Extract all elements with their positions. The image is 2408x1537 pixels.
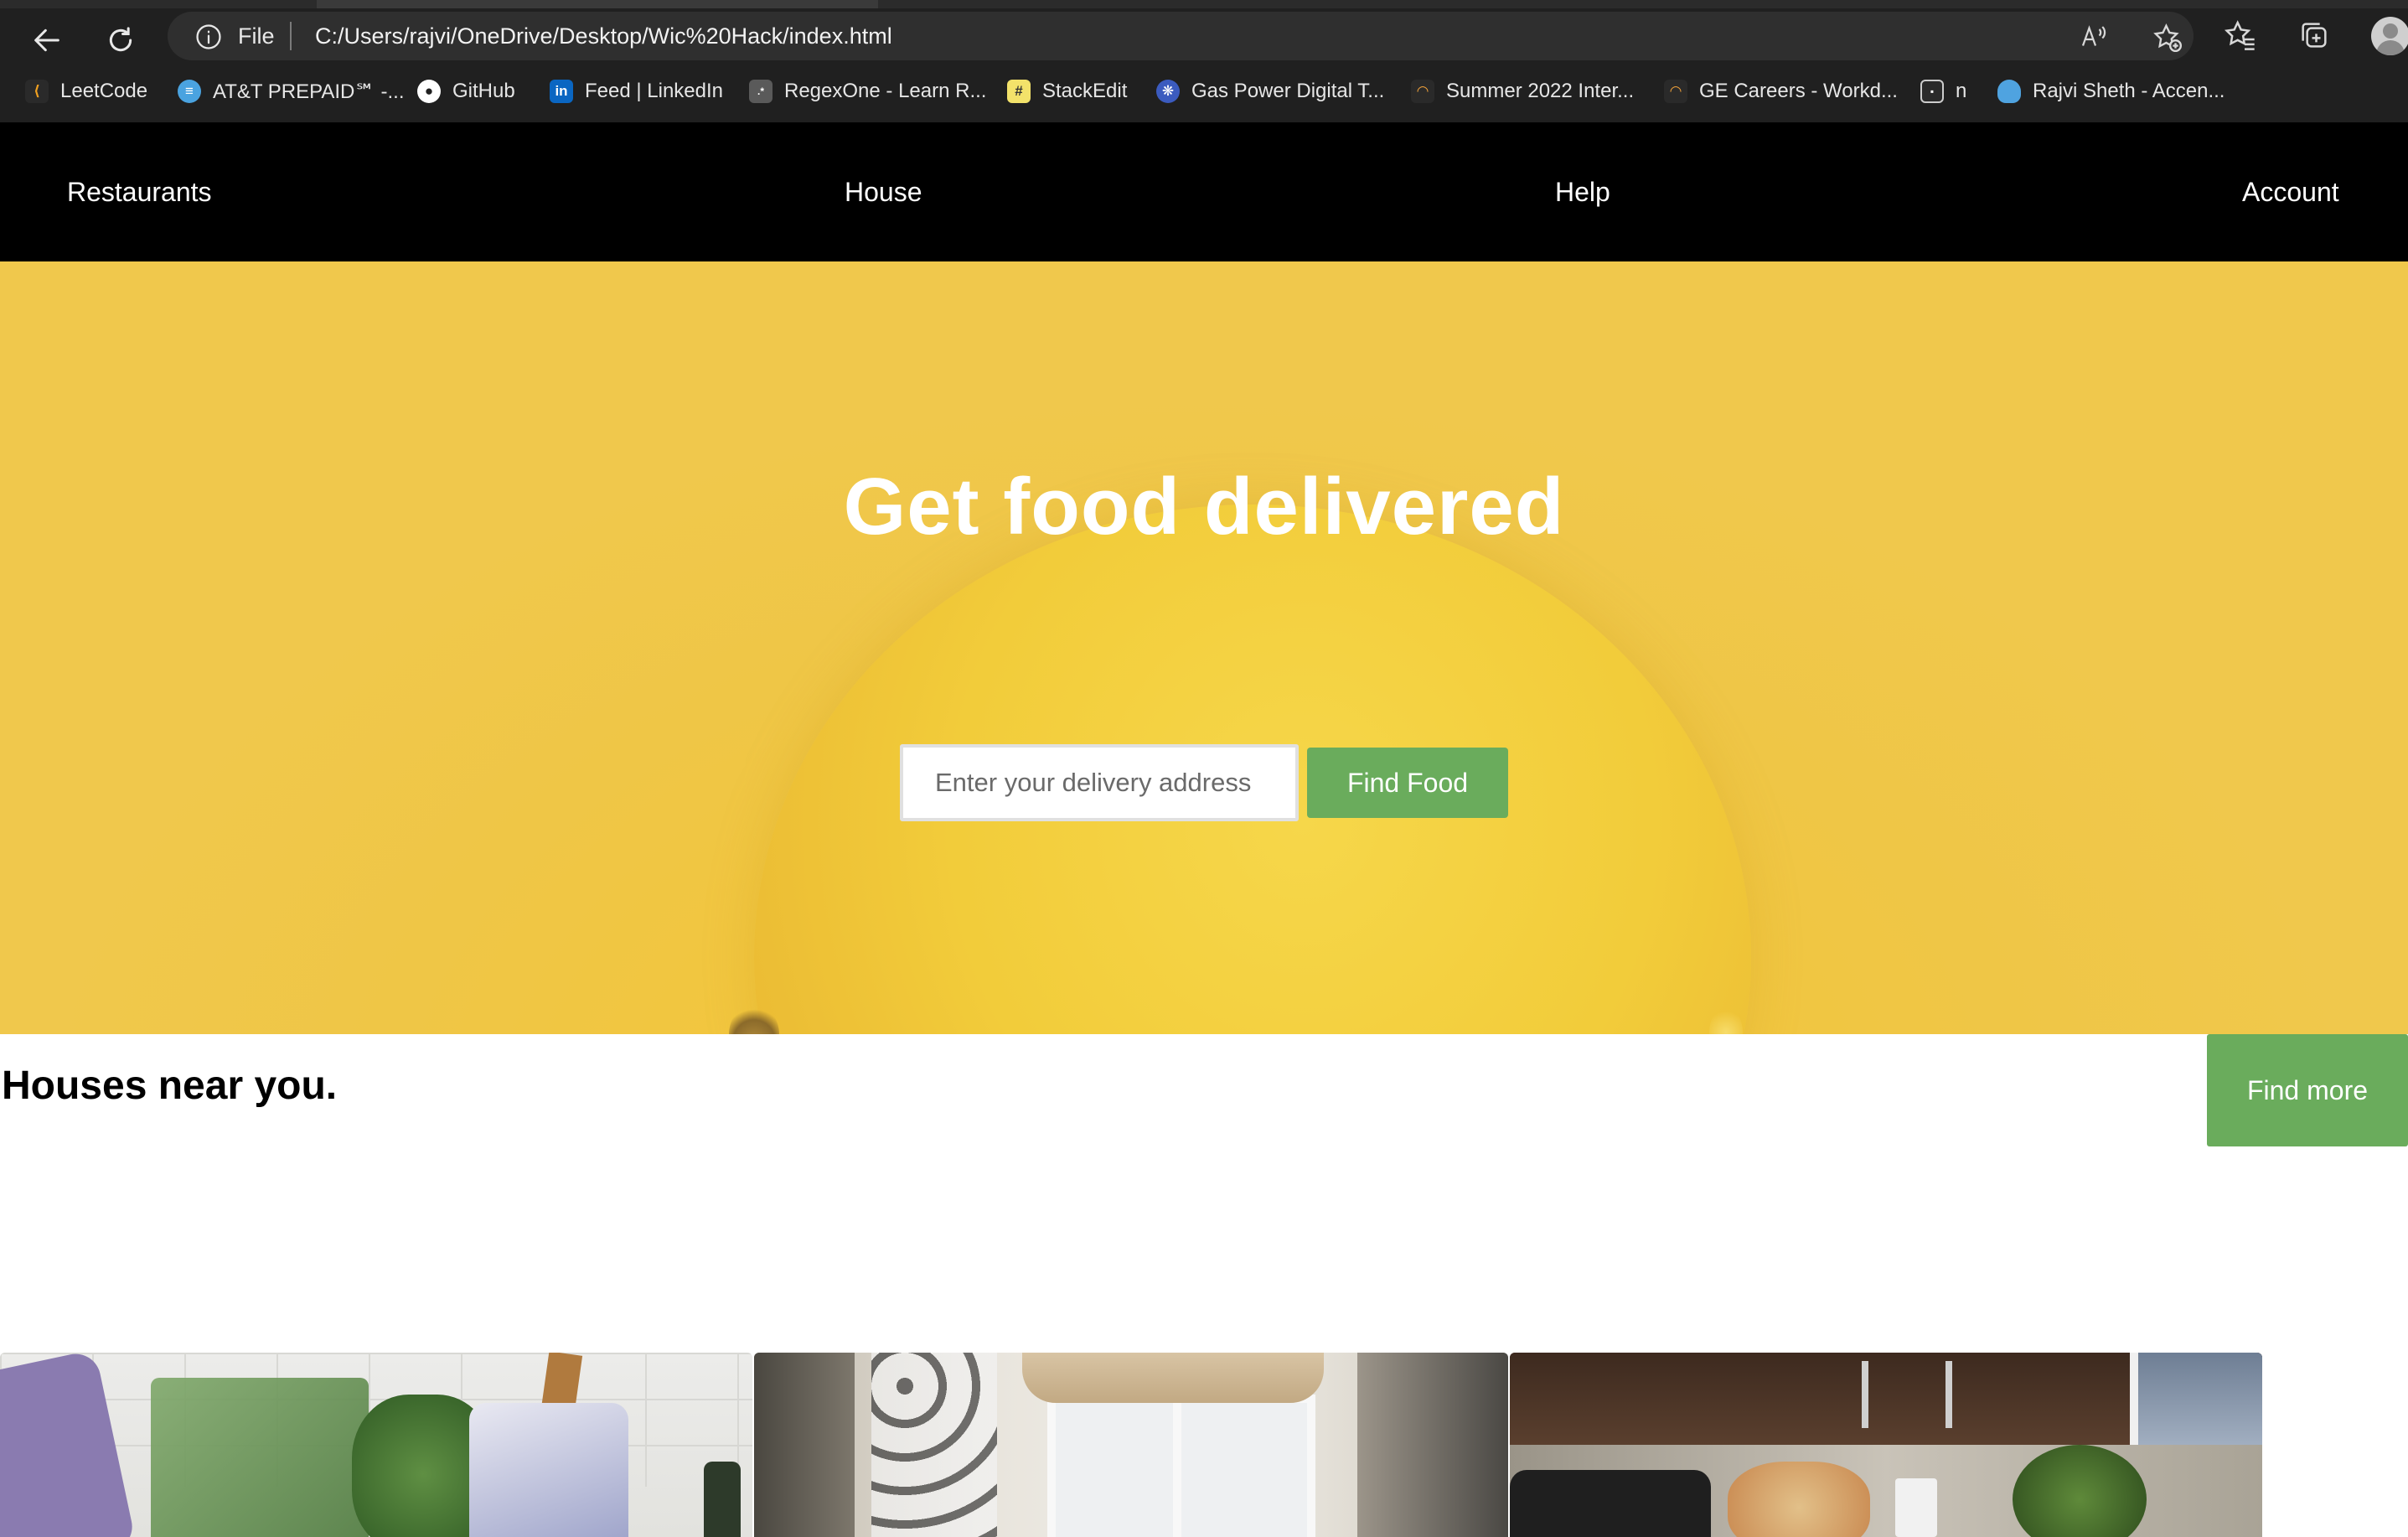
address-url[interactable]: C:/Users/rajvi/OneDrive/Desktop/Wic%20Ha… bbox=[315, 23, 892, 49]
workday-icon: ◠ bbox=[1664, 80, 1687, 103]
delivery-address-input[interactable] bbox=[900, 744, 1299, 821]
bookmark-label: StackEdit bbox=[1042, 80, 1128, 102]
bookmark-label: GitHub bbox=[452, 80, 515, 102]
bookmark-leetcode[interactable]: ⟨ LeetCode bbox=[25, 74, 147, 109]
find-food-button[interactable]: Find Food bbox=[1307, 748, 1508, 818]
favorites-icon[interactable] bbox=[2224, 18, 2257, 52]
info-icon[interactable] bbox=[194, 23, 223, 51]
stackedit-icon: # bbox=[1007, 80, 1031, 103]
active-tab-indicator bbox=[317, 0, 878, 8]
bookmarks-bar: ⟨ LeetCode ≡ AT&T PREPAID℠ -... ● GitHub… bbox=[0, 74, 2408, 109]
house-photo-kitchen-counter[interactable] bbox=[1510, 1353, 2262, 1537]
address-scheme: File bbox=[238, 23, 275, 49]
bookmark-label: n bbox=[1956, 80, 1967, 102]
collections-icon[interactable] bbox=[2297, 18, 2331, 52]
houses-section-title: Houses near you. bbox=[2, 1063, 338, 1108]
bookmark-label: Gas Power Digital T... bbox=[1191, 80, 1385, 102]
salesforce-cloud-icon bbox=[1997, 80, 2021, 103]
bookmark-github[interactable]: ● GitHub bbox=[417, 74, 515, 109]
calendar-icon: ▪ bbox=[1920, 80, 1944, 103]
bookmark-summer-2022[interactable]: ◠ Summer 2022 Inter... bbox=[1411, 74, 1634, 109]
bookmark-linkedin[interactable]: in Feed | LinkedIn bbox=[550, 74, 723, 109]
hero-banner: Get food delivered Find Food bbox=[0, 261, 2408, 1034]
bookmark-regexone[interactable]: .* RegexOne - Learn R... bbox=[749, 74, 986, 109]
bookmark-label: Summer 2022 Inter... bbox=[1446, 80, 1635, 102]
nav-account[interactable]: Account bbox=[2242, 176, 2339, 208]
ge-icon: ❋ bbox=[1156, 80, 1180, 103]
bookmark-label: RegexOne - Learn R... bbox=[784, 80, 987, 102]
leetcode-icon: ⟨ bbox=[25, 80, 49, 103]
workday-icon: ◠ bbox=[1411, 80, 1434, 103]
nav-restaurants[interactable]: Restaurants bbox=[67, 176, 212, 208]
tab-strip bbox=[0, 0, 2408, 8]
bookmark-n[interactable]: ▪ n bbox=[1920, 74, 1966, 109]
regexone-icon: .* bbox=[749, 80, 773, 103]
nav-house[interactable]: House bbox=[845, 176, 922, 208]
bookmark-ge-careers[interactable]: ◠ GE Careers - Workd... bbox=[1664, 74, 1898, 109]
back-arrow-icon bbox=[34, 28, 59, 52]
address-separator bbox=[290, 22, 292, 50]
refresh-icon bbox=[109, 27, 132, 52]
hero-title: Get food delivered bbox=[843, 462, 1565, 551]
web-page: Restaurants House Help Account Get food … bbox=[0, 122, 2408, 1537]
github-icon: ● bbox=[417, 80, 441, 103]
house-photo-groceries[interactable] bbox=[0, 1353, 752, 1537]
read-aloud-icon[interactable] bbox=[2078, 22, 2108, 52]
bookmark-att[interactable]: ≡ AT&T PREPAID℠ -... bbox=[178, 74, 405, 109]
bookmark-label: LeetCode bbox=[60, 80, 148, 102]
bookmark-label: Rajvi Sheth - Accen... bbox=[2033, 80, 2225, 102]
top-navigation: Restaurants House Help Account bbox=[0, 122, 2408, 261]
profile-avatar[interactable] bbox=[2371, 17, 2408, 55]
nav-help[interactable]: Help bbox=[1555, 176, 1610, 208]
bookmark-label: GE Careers - Workd... bbox=[1699, 80, 1898, 102]
bookmark-salesforce[interactable]: Rajvi Sheth - Accen... bbox=[1997, 74, 2225, 109]
bookmark-label: AT&T PREPAID℠ -... bbox=[213, 80, 405, 103]
browser-chrome: File C:/Users/rajvi/OneDrive/Desktop/Wic… bbox=[0, 0, 2408, 122]
add-favorite-icon[interactable] bbox=[2152, 22, 2183, 54]
houses-gallery bbox=[0, 1353, 2408, 1537]
house-photo-kitchen-window[interactable] bbox=[754, 1353, 1508, 1537]
back-button[interactable] bbox=[22, 15, 72, 65]
bookmark-label: Feed | LinkedIn bbox=[585, 80, 724, 102]
address-bar[interactable]: File C:/Users/rajvi/OneDrive/Desktop/Wic… bbox=[168, 12, 2194, 60]
bookmark-gas-power[interactable]: ❋ Gas Power Digital T... bbox=[1156, 74, 1384, 109]
refresh-button[interactable] bbox=[96, 15, 146, 65]
linkedin-icon: in bbox=[550, 80, 573, 103]
find-more-button[interactable]: Find more bbox=[2207, 1034, 2408, 1146]
att-icon: ≡ bbox=[178, 80, 201, 103]
bookmark-stackedit[interactable]: # StackEdit bbox=[1007, 74, 1127, 109]
